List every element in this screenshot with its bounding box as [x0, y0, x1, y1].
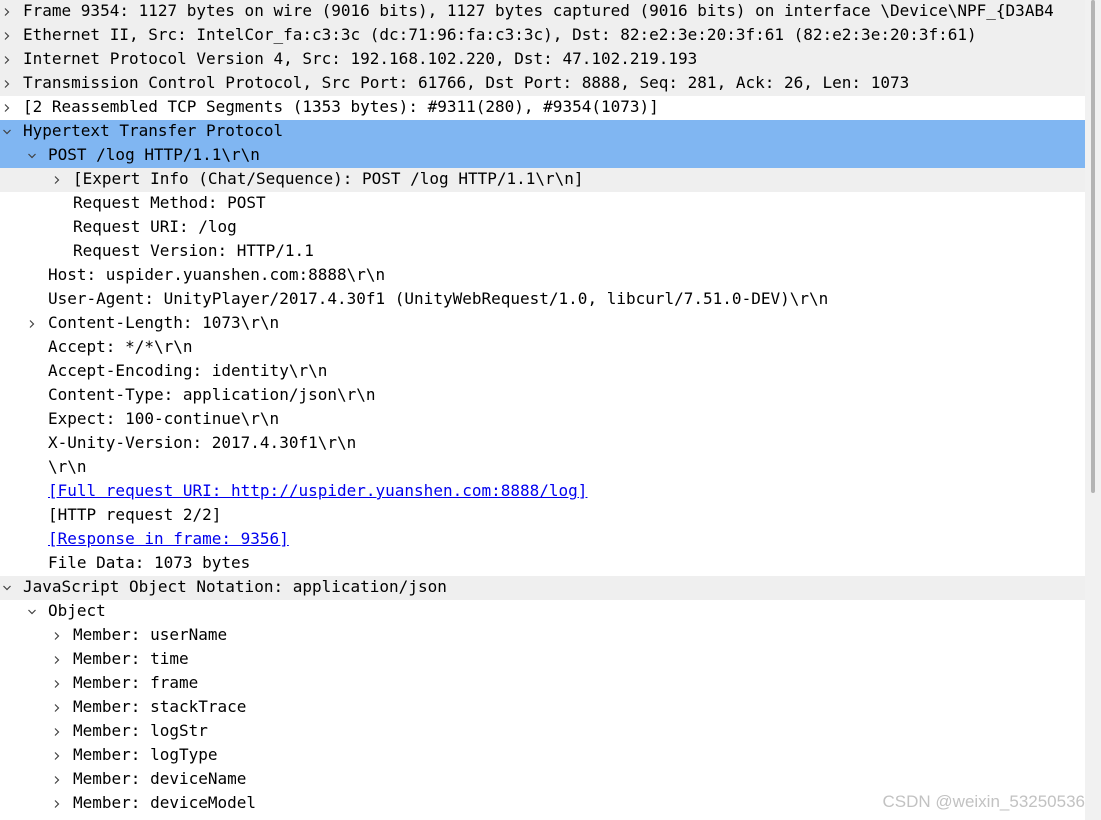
tree-row-text: [HTTP request 2/2] [48, 505, 222, 524]
scrollbar-thumb[interactable] [1091, 0, 1095, 493]
chevron-right-icon[interactable] [50, 672, 64, 696]
tree-row-text: [Expert Info (Chat/Sequence): POST /log … [73, 169, 584, 188]
chevron-down-icon[interactable] [25, 600, 39, 624]
tree-row-text: X-Unity-Version: 2017.4.30f1\r\n [48, 433, 357, 452]
tree-row-text: Content-Type: application/json\r\n [48, 385, 376, 404]
expert-info-row[interactable]: [Expert Info (Chat/Sequence): POST /log … [0, 168, 1085, 192]
chevron-down-icon[interactable] [0, 576, 14, 600]
tree-row-text: Member: stackTrace [73, 697, 247, 716]
tree-row-text: File Data: 1073 bytes [48, 553, 251, 572]
tree-row-text: Object [48, 601, 106, 620]
chevron-right-icon[interactable] [50, 696, 64, 720]
packet-details-tree: Frame 9354: 1127 bytes on wire (9016 bit… [0, 0, 1085, 820]
chevron-right-icon[interactable] [50, 648, 64, 672]
tree-row-text: Request Method: POST [73, 193, 266, 212]
member-username-row[interactable]: Member: userName [0, 624, 1085, 648]
crlf-row[interactable]: \r\n [0, 456, 1085, 480]
tree-row-text: [2 Reassembled TCP Segments (1353 bytes)… [23, 97, 659, 116]
chevron-right-icon[interactable] [50, 744, 64, 768]
http-request-count-row[interactable]: [HTTP request 2/2] [0, 504, 1085, 528]
tree-row-text: Member: deviceModel [73, 793, 257, 812]
member-logtype-row[interactable]: Member: logType [0, 744, 1085, 768]
chevron-right-icon[interactable] [50, 720, 64, 744]
chevron-right-icon[interactable] [0, 72, 14, 96]
chevron-right-icon[interactable] [50, 168, 64, 192]
watermark: CSDN @weixin_53250536 [882, 792, 1085, 811]
member-stacktrace-row[interactable]: Member: stackTrace [0, 696, 1085, 720]
file-data-row[interactable]: File Data: 1073 bytes [0, 552, 1085, 576]
chevron-right-icon[interactable] [50, 792, 64, 816]
accept-row[interactable]: Accept: */*\r\n [0, 336, 1085, 360]
tree-row-text: Expect: 100-continue\r\n [48, 409, 280, 428]
tree-row-text: Member: time [73, 649, 189, 668]
json-row[interactable]: JavaScript Object Notation: application/… [0, 576, 1085, 600]
tree-row-text: Member: userName [73, 625, 228, 644]
tree-link-text[interactable]: [Response in frame: 9356] [48, 528, 289, 550]
chevron-right-icon[interactable] [0, 96, 14, 120]
unity-version-row[interactable]: X-Unity-Version: 2017.4.30f1\r\n [0, 432, 1085, 456]
content-type-row[interactable]: Content-Type: application/json\r\n [0, 384, 1085, 408]
tree-row-text: Request URI: /log [73, 217, 237, 236]
chevron-right-icon[interactable] [0, 0, 14, 24]
tree-row-text: Frame 9354: 1127 bytes on wire (9016 bit… [23, 1, 1054, 20]
chevron-down-icon[interactable] [25, 144, 39, 168]
tcp-row[interactable]: Transmission Control Protocol, Src Port:… [0, 72, 1085, 96]
chevron-right-icon[interactable] [50, 624, 64, 648]
tree-row-text: Accept-Encoding: identity\r\n [48, 361, 328, 380]
request-line-row[interactable]: POST /log HTTP/1.1\r\n [0, 144, 1085, 168]
expect-row[interactable]: Expect: 100-continue\r\n [0, 408, 1085, 432]
accept-encoding-row[interactable]: Accept-Encoding: identity\r\n [0, 360, 1085, 384]
host-row[interactable]: Host: uspider.yuanshen.com:8888\r\n [0, 264, 1085, 288]
http-row[interactable]: Hypertext Transfer Protocol [0, 120, 1085, 144]
member-frame-row[interactable]: Member: frame [0, 672, 1085, 696]
object-row[interactable]: Object [0, 600, 1085, 624]
ethernet-row[interactable]: Ethernet II, Src: IntelCor_fa:c3:3c (dc:… [0, 24, 1085, 48]
tree-row-text: \r\n [48, 457, 87, 476]
vertical-scrollbar[interactable] [1085, 0, 1101, 820]
request-method-row[interactable]: Request Method: POST [0, 192, 1085, 216]
response-frame-link[interactable]: [Response in frame: 9356] [0, 528, 1085, 552]
member-devicename-row[interactable]: Member: deviceName [0, 768, 1085, 792]
tree-row-text: Member: frame [73, 673, 199, 692]
request-uri-row[interactable]: Request URI: /log [0, 216, 1085, 240]
member-cut-off-row[interactable] [0, 816, 1085, 820]
chevron-right-icon[interactable] [25, 312, 39, 336]
tree-link-text[interactable]: [Full request URI: http://uspider.yuansh… [48, 480, 587, 502]
chevron-right-icon[interactable] [50, 816, 64, 820]
tree-row-text: JavaScript Object Notation: application/… [23, 577, 447, 596]
tree-row-text: Hypertext Transfer Protocol [23, 121, 284, 140]
full-request-uri-link[interactable]: [Full request URI: http://uspider.yuansh… [0, 480, 1085, 504]
tree-row-text: Internet Protocol Version 4, Src: 192.16… [23, 49, 698, 68]
tree-row-text: Request Version: HTTP/1.1 [73, 241, 314, 260]
tree-row-text: Member: deviceName [73, 769, 247, 788]
tree-row-text: User-Agent: UnityPlayer/2017.4.30f1 (Uni… [48, 289, 829, 308]
member-logstr-row[interactable]: Member: logStr [0, 720, 1085, 744]
chevron-down-icon[interactable] [0, 120, 14, 144]
tree-row-text: POST /log HTTP/1.1\r\n [48, 145, 260, 164]
tree-row-text: Ethernet II, Src: IntelCor_fa:c3:3c (dc:… [23, 25, 977, 44]
chevron-right-icon[interactable] [50, 768, 64, 792]
tree-row-text: Host: uspider.yuanshen.com:8888\r\n [48, 265, 386, 284]
chevron-right-icon[interactable] [0, 48, 14, 72]
tree-row-text: Accept: */*\r\n [48, 337, 193, 356]
content-length-row[interactable]: Content-Length: 1073\r\n [0, 312, 1085, 336]
tree-row-text: Transmission Control Protocol, Src Port:… [23, 73, 910, 92]
request-version-row[interactable]: Request Version: HTTP/1.1 [0, 240, 1085, 264]
chevron-right-icon[interactable] [0, 24, 14, 48]
frame-row[interactable]: Frame 9354: 1127 bytes on wire (9016 bit… [0, 0, 1085, 24]
member-time-row[interactable]: Member: time [0, 648, 1085, 672]
tree-row-text: Member: logType [73, 745, 218, 764]
tree-row-text: Content-Length: 1073\r\n [48, 313, 280, 332]
reassembled-row[interactable]: [2 Reassembled TCP Segments (1353 bytes)… [0, 96, 1085, 120]
tree-row-text: Member: logStr [73, 721, 208, 740]
user-agent-row[interactable]: User-Agent: UnityPlayer/2017.4.30f1 (Uni… [0, 288, 1085, 312]
ipv4-row[interactable]: Internet Protocol Version 4, Src: 192.16… [0, 48, 1085, 72]
